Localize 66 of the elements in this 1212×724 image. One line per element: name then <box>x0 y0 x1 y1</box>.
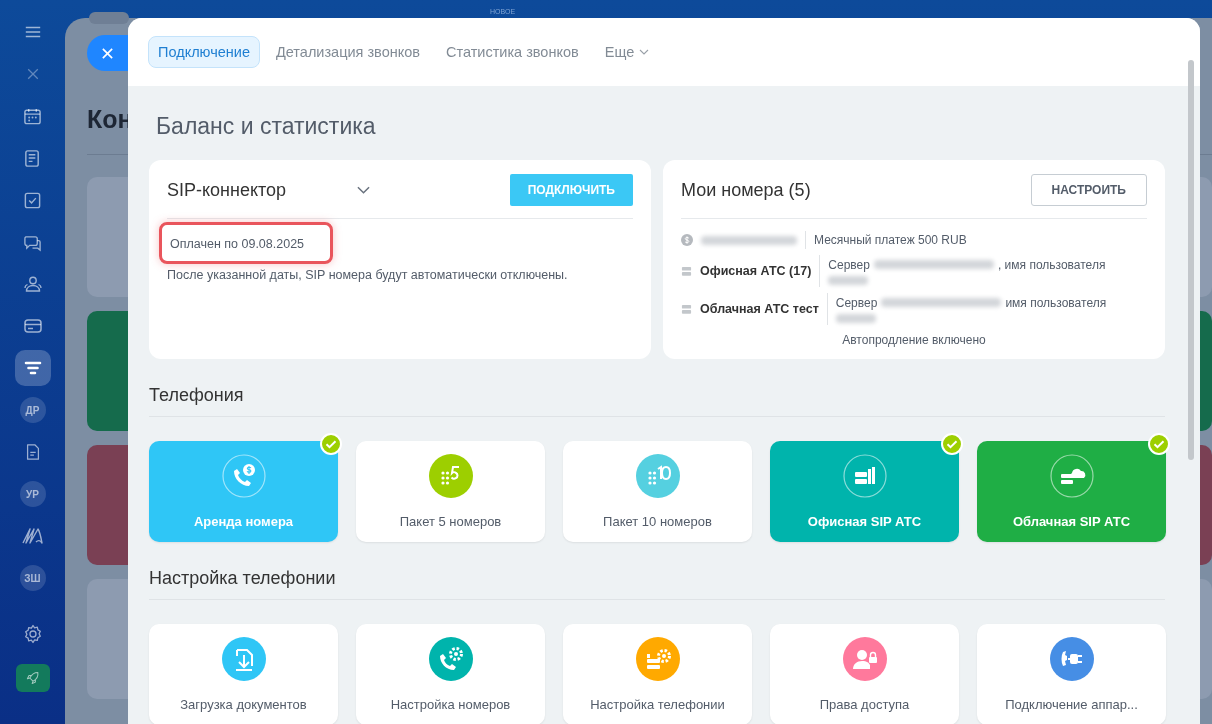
payment-text: Месячный платеж 500 RUB <box>814 233 967 247</box>
pbx-name: Облачная АТС тест <box>700 302 819 316</box>
tile-label: Загрузка документов <box>180 697 307 712</box>
tile-label: Облачная SIP АТС <box>1012 514 1131 529</box>
card-title: Мои номера (5) <box>681 179 812 201</box>
user-label: имя пользователя <box>1005 295 1107 310</box>
service-tile[interactable]: Пакет 5 номеров <box>356 441 545 542</box>
tile-label: Аренда номера <box>193 514 294 529</box>
calendar-icon <box>23 106 42 126</box>
service-tile[interactable]: Загрузка документов <box>149 624 338 724</box>
tab[interactable]: Детализация звонков <box>265 36 430 68</box>
card-title: SIP-коннектор <box>167 179 288 201</box>
cloud-icon <box>1049 454 1094 498</box>
rocket-icon <box>24 670 41 686</box>
service-tile[interactable]: Аренда номера <box>149 441 338 542</box>
phone-dollar-icon <box>221 454 266 498</box>
service-tile[interactable]: Офисная SIP АТС <box>770 441 959 542</box>
tile-label: Настройка номеров <box>390 697 511 712</box>
tile-label: Пакет 5 номеров <box>399 514 502 529</box>
section-title: Баланс и статистика <box>156 112 377 141</box>
tile-label: Настройка телефонии <box>590 697 725 712</box>
people-icon <box>22 274 43 294</box>
tile-label: Офисная SIP АТС <box>807 514 922 529</box>
service-tile[interactable]: Пакет 10 номеров <box>563 441 752 542</box>
section-title: Настройка телефонии <box>149 568 1165 600</box>
blurred-text <box>828 275 869 285</box>
sidebar-item[interactable]: ДР <box>19 397 46 423</box>
note-text: После указанной даты, SIP номера будут автоматически отключены. <box>167 268 569 282</box>
service-tile[interactable]: Подключение аппар... <box>977 624 1166 724</box>
service-tile[interactable]: Права доступа <box>770 624 959 724</box>
service-tile[interactable]: Облачная SIP АТС <box>977 441 1166 542</box>
sidebar-item[interactable]: ЗШ <box>19 565 46 591</box>
squiggle-icon <box>20 526 45 546</box>
section-title: Телефония <box>149 385 1165 417</box>
paid-until-text: Оплачен по 09.08.2025 <box>170 237 305 251</box>
server-label: Сервер <box>828 257 870 272</box>
pbx-name: Офисная АТС (17) <box>700 264 812 278</box>
service-tile[interactable]: Настройка телефонии <box>563 624 752 724</box>
sidebar-item[interactable]: УР <box>19 481 46 507</box>
close-icon <box>101 46 114 60</box>
office-icon <box>842 454 887 498</box>
checkbox-icon <box>23 190 42 210</box>
chevron-down-icon[interactable] <box>356 186 370 194</box>
sidebar-item[interactable] <box>14 350 51 386</box>
blurred-text <box>835 313 876 323</box>
dollar-icon <box>681 234 693 246</box>
connect-button[interactable]: ПОДКЛЮЧИТЬ <box>509 174 633 206</box>
card-icon <box>22 316 43 336</box>
list-icon <box>23 148 42 168</box>
server-label: Сервер <box>835 295 878 310</box>
tile-label: Пакет 10 номеров <box>603 514 712 529</box>
tab[interactable]: Еще <box>594 36 660 68</box>
user-label: , имя пользователя <box>997 257 1106 272</box>
service-tile[interactable]: Настройка номеров <box>356 624 545 724</box>
tab[interactable]: Подключение <box>148 36 260 68</box>
scrollbar[interactable] <box>1188 60 1194 460</box>
sidebar-item[interactable] <box>15 664 50 692</box>
configure-button[interactable]: НАСТРОИТЬ <box>1030 174 1147 206</box>
settings-icon <box>22 624 43 644</box>
server-icon <box>681 303 692 315</box>
tile-label: Подключение аппар... <box>1005 697 1138 712</box>
close-button[interactable] <box>87 35 128 71</box>
server-icon <box>681 265 692 277</box>
tile-label: Права доступа <box>819 697 910 712</box>
tab[interactable]: Статистика звонков <box>436 36 589 68</box>
auto-renew-text: Автопродление включено <box>841 333 987 347</box>
